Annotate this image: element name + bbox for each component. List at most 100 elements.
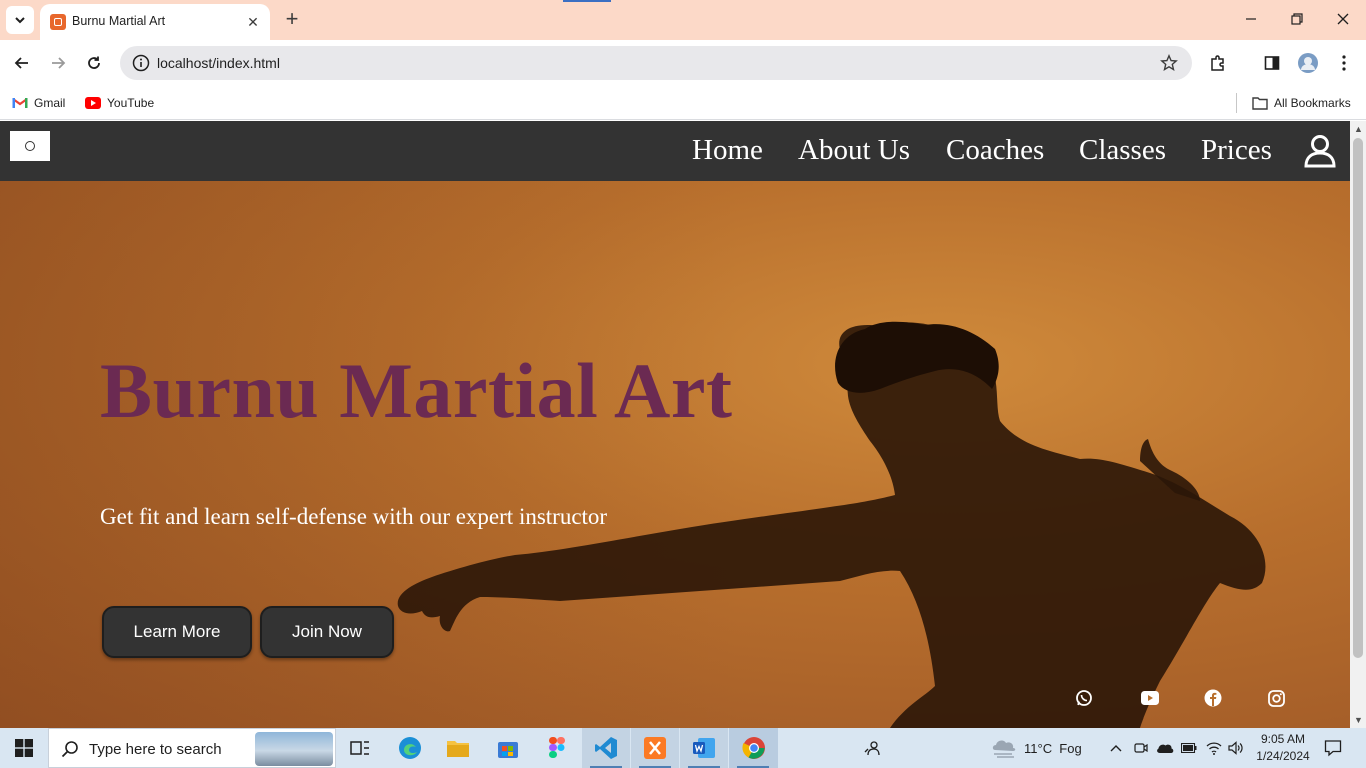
all-bookmarks-label: All Bookmarks xyxy=(1274,96,1351,110)
chrome-icon xyxy=(741,737,765,759)
scroll-up-icon[interactable]: ▲ xyxy=(1354,124,1363,134)
volume-tray-icon[interactable] xyxy=(1228,728,1244,768)
page-scrollbar[interactable]: ▲ ▼ xyxy=(1350,121,1366,728)
restore-icon xyxy=(1291,13,1303,25)
tab-close-icon[interactable]: ✕ xyxy=(244,13,262,31)
notification-icon xyxy=(1324,740,1342,757)
nav-link-home[interactable]: Home xyxy=(692,134,763,167)
new-tab-button[interactable]: + xyxy=(280,8,304,32)
taskbar-store[interactable] xyxy=(484,728,532,768)
join-now-button[interactable]: Join Now xyxy=(260,606,394,658)
youtube-icon[interactable] xyxy=(1140,688,1160,708)
arrow-left-icon xyxy=(14,57,28,69)
onedrive-cloud-icon xyxy=(1157,744,1174,753)
scroll-down-icon[interactable]: ▼ xyxy=(1354,715,1363,725)
scroll-thumb[interactable] xyxy=(1353,138,1363,658)
bookmark-star-icon[interactable] xyxy=(1160,54,1178,72)
taskbar-edge[interactable] xyxy=(386,728,434,768)
taskbar-search-box[interactable]: Type here to search xyxy=(48,728,336,768)
address-bar[interactable]: localhost/index.html xyxy=(120,46,1192,80)
browser-tab-active[interactable]: Burnu Martial Art ✕ xyxy=(40,4,270,40)
whatsapp-icon[interactable] xyxy=(1074,688,1094,708)
clock-time: 9:05 AM xyxy=(1260,732,1306,746)
all-bookmarks-button[interactable]: All Bookmarks xyxy=(1252,93,1351,113)
figma-icon xyxy=(549,737,565,758)
fog-cloud-icon xyxy=(992,740,1016,758)
close-window-button[interactable] xyxy=(1320,4,1366,34)
nav-link-classes[interactable]: Classes xyxy=(1079,134,1166,167)
tab-search-button[interactable] xyxy=(6,6,34,34)
puzzle-icon xyxy=(1211,55,1224,71)
battery-tray-icon[interactable] xyxy=(1181,728,1197,768)
notifications-button[interactable] xyxy=(1324,728,1342,768)
task-view-icon xyxy=(350,741,369,755)
meet-now-tray-icon[interactable] xyxy=(1134,728,1148,768)
folder-icon xyxy=(1252,96,1268,110)
close-icon xyxy=(1337,13,1349,25)
address-url[interactable]: localhost/index.html xyxy=(157,55,280,71)
minimize-button[interactable] xyxy=(1228,4,1274,34)
forward-button[interactable] xyxy=(44,49,72,77)
onedrive-tray-icon[interactable] xyxy=(1156,728,1174,768)
nav-link-coaches[interactable]: Coaches xyxy=(946,134,1044,167)
site-logo[interactable] xyxy=(10,131,50,161)
taskbar-xampp[interactable] xyxy=(631,728,679,768)
network-tray-icon[interactable] xyxy=(1206,728,1222,768)
browser-menu-button[interactable] xyxy=(1330,49,1358,77)
site-info-icon[interactable] xyxy=(132,54,150,72)
store-icon xyxy=(498,742,518,758)
tab-strip-indicator xyxy=(563,0,611,2)
side-panel-button[interactable] xyxy=(1258,49,1286,77)
tab-title: Burnu Martial Art xyxy=(72,14,166,28)
page-viewport: Home About Us Coaches Classes Prices Bur… xyxy=(0,121,1350,728)
bookmark-gmail[interactable]: Gmail xyxy=(12,93,65,113)
nav-link-prices[interactable]: Prices xyxy=(1201,134,1272,167)
people-tray-icon[interactable] xyxy=(864,728,880,768)
taskbar-vscode[interactable] xyxy=(582,728,630,768)
youtube-icon xyxy=(85,97,101,109)
side-panel-icon xyxy=(1264,56,1280,70)
minimize-icon xyxy=(1246,18,1256,20)
task-view-button[interactable] xyxy=(336,728,384,768)
bookmark-label: YouTube xyxy=(107,96,155,110)
reload-button[interactable] xyxy=(80,49,108,77)
hero-subtitle: Get fit and learn self-defense with our … xyxy=(100,504,608,529)
show-hidden-icons-button[interactable] xyxy=(1110,728,1122,768)
weather-widget[interactable]: 11°C Fog xyxy=(990,728,1082,768)
camera-icon xyxy=(1134,743,1148,753)
restore-button[interactable] xyxy=(1274,4,1320,34)
instagram-icon[interactable] xyxy=(1266,688,1286,708)
word-icon xyxy=(693,738,715,758)
vscode-icon xyxy=(595,737,617,759)
arrow-right-icon xyxy=(52,57,66,69)
chevron-down-icon xyxy=(15,17,25,24)
nav-link-about-us[interactable]: About Us xyxy=(798,134,910,167)
taskbar-clock[interactable]: 9:05 AM 1/24/2024 xyxy=(1248,731,1318,765)
browser-tab-strip: Burnu Martial Art ✕ + xyxy=(0,0,1366,40)
search-highlight-image xyxy=(255,732,333,766)
xampp-icon xyxy=(644,737,666,759)
avatar xyxy=(1298,53,1318,73)
chevron-up-icon xyxy=(1110,745,1122,752)
facebook-icon[interactable] xyxy=(1203,688,1223,708)
taskbar-figma[interactable] xyxy=(533,728,581,768)
gmail-icon xyxy=(12,97,28,109)
user-account-icon[interactable] xyxy=(1303,134,1337,168)
clock-date: 1/24/2024 xyxy=(1256,749,1310,763)
back-button[interactable] xyxy=(8,49,36,77)
site-favicon-icon xyxy=(50,14,66,30)
wifi-icon xyxy=(1206,742,1222,755)
bookmarks-bar: Gmail YouTube All Bookmarks xyxy=(0,86,1366,120)
start-button[interactable] xyxy=(0,728,48,768)
profile-button[interactable] xyxy=(1294,49,1322,77)
bookmark-youtube[interactable]: YouTube xyxy=(85,93,154,113)
taskbar-word[interactable] xyxy=(680,728,728,768)
edge-icon xyxy=(399,737,421,759)
windows-taskbar: Type here to search 11°C Fog 9:05 AM 1/2… xyxy=(0,728,1366,768)
taskbar-chrome[interactable] xyxy=(729,728,778,768)
site-navbar: Home About Us Coaches Classes Prices xyxy=(0,121,1350,181)
learn-more-button[interactable]: Learn More xyxy=(102,606,252,658)
extensions-button[interactable] xyxy=(1204,49,1232,77)
taskbar-file-explorer[interactable] xyxy=(434,728,482,768)
bookmark-label: Gmail xyxy=(34,96,66,110)
